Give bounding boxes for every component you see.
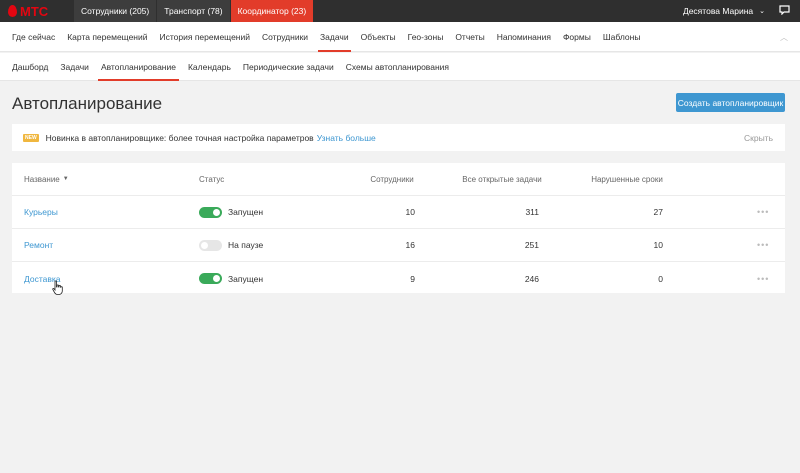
nav-where-now[interactable]: Где сейчас xyxy=(12,22,55,52)
subnav-calendar[interactable]: Календарь xyxy=(188,53,231,81)
hand-cursor-icon xyxy=(52,280,63,295)
row-name-link[interactable]: Ремонт xyxy=(24,240,53,250)
more-actions-icon[interactable]: ••• xyxy=(757,229,769,261)
row-open-tasks: 251 xyxy=(524,240,539,250)
row-employees: 10 xyxy=(405,207,415,217)
table-header: Название ▼ Статус Сотрудники Все открыты… xyxy=(12,163,785,196)
mts-logo[interactable]: МТС xyxy=(0,0,74,22)
nav-reports[interactable]: Отчеты xyxy=(455,22,484,52)
autoplanners-table: Название ▼ Статус Сотрудники Все открыты… xyxy=(12,163,785,293)
notice-banner: NEW Новинка в автопланировщике: более то… xyxy=(12,124,785,151)
nav-objects[interactable]: Объекты xyxy=(361,22,396,52)
main-nav: Где сейчас Карта перемещений История пер… xyxy=(0,22,800,52)
nav-geozones[interactable]: Гео-зоны xyxy=(408,22,444,52)
subnav-tasks[interactable]: Задачи xyxy=(60,53,89,81)
top-tab-transport[interactable]: Транспорт (78) xyxy=(157,0,230,22)
page-title: Автопланирование xyxy=(12,94,163,113)
status-text: Запущен xyxy=(228,273,264,284)
nav-reminders[interactable]: Напоминания xyxy=(497,22,551,52)
mts-egg-icon xyxy=(8,5,17,17)
top-tab-coordinator[interactable]: Координатор (23) xyxy=(230,0,314,22)
status-text: На паузе xyxy=(228,240,264,250)
learn-more-link[interactable]: Узнать больше xyxy=(317,133,376,143)
row-open-tasks: 311 xyxy=(525,207,539,217)
row-open-tasks: 246 xyxy=(524,273,539,284)
chat-icon[interactable] xyxy=(779,4,790,18)
subnav-autoplanning-schemes[interactable]: Схемы автопланирования xyxy=(346,53,449,81)
toggle-knob xyxy=(213,275,220,282)
nav-movement-map[interactable]: Карта перемещений xyxy=(67,22,147,52)
user-name: Десятова Марина xyxy=(682,6,754,16)
logo-text: МТС xyxy=(20,3,49,19)
table-row: Курьеры Запущен 10 311 27 ••• xyxy=(12,196,785,229)
table-row: Доставка Запущен 9 246 0 ••• xyxy=(12,262,785,295)
hide-notice-link[interactable]: Скрыть xyxy=(744,133,773,143)
top-tabs: Сотрудники (205) Транспорт (78) Координа… xyxy=(74,0,314,22)
chevron-down-icon: ⌄ xyxy=(759,8,765,15)
header-overdue: Нарушенные сроки xyxy=(591,174,663,184)
table-row: Ремонт На паузе 16 251 10 ••• xyxy=(12,229,785,262)
top-right: Десятова Марина ⌄ xyxy=(683,0,800,22)
notice-text: Новинка в автопланировщике: более точная… xyxy=(45,132,314,143)
toggle-knob xyxy=(213,208,220,216)
sort-down-icon: ▼ xyxy=(62,176,69,182)
nav-templates[interactable]: Шаблоны xyxy=(603,22,641,52)
status-toggle[interactable] xyxy=(199,239,222,251)
nav-forms[interactable]: Формы xyxy=(563,22,591,52)
status-toggle[interactable] xyxy=(199,206,222,218)
row-overdue: 0 xyxy=(658,273,663,284)
header-name[interactable]: Название ▼ xyxy=(24,163,69,195)
header-open-tasks: Все открытые задачи xyxy=(462,174,542,184)
subnav-dashboard[interactable]: Дашборд xyxy=(12,53,48,81)
header-status: Статус xyxy=(199,174,225,184)
sub-nav: Дашборд Задачи Автопланирование Календар… xyxy=(0,53,800,81)
header-name-label: Название xyxy=(24,174,60,184)
toggle-knob xyxy=(201,241,208,249)
chevron-up-icon[interactable]: ︿ xyxy=(780,32,788,43)
more-actions-icon[interactable]: ••• xyxy=(757,262,769,295)
subnav-periodic-tasks[interactable]: Периодические задачи xyxy=(243,53,334,81)
top-tab-employees[interactable]: Сотрудники (205) xyxy=(74,0,157,22)
row-overdue: 27 xyxy=(653,207,663,217)
row-name-link[interactable]: Курьеры xyxy=(24,207,58,217)
user-menu[interactable]: Десятова Марина ⌄ xyxy=(683,6,765,16)
row-employees: 9 xyxy=(410,273,415,284)
more-actions-icon[interactable]: ••• xyxy=(757,196,769,228)
nav-movement-history[interactable]: История перемещений xyxy=(160,22,251,52)
status-text: Запущен xyxy=(228,207,264,217)
header-employees: Сотрудники xyxy=(370,174,414,184)
top-bar: МТС Сотрудники (205) Транспорт (78) Коор… xyxy=(0,0,800,22)
row-overdue: 10 xyxy=(653,240,663,250)
nav-tasks[interactable]: Задачи xyxy=(318,22,351,52)
row-employees: 16 xyxy=(405,240,415,250)
nav-employees[interactable]: Сотрудники xyxy=(262,22,308,52)
status-toggle[interactable] xyxy=(199,273,222,284)
create-autoplanner-button[interactable]: Создать автопланировщик xyxy=(676,93,785,112)
subnav-autoplanning[interactable]: Автопланирование xyxy=(97,53,180,81)
new-badge: NEW xyxy=(23,133,39,142)
